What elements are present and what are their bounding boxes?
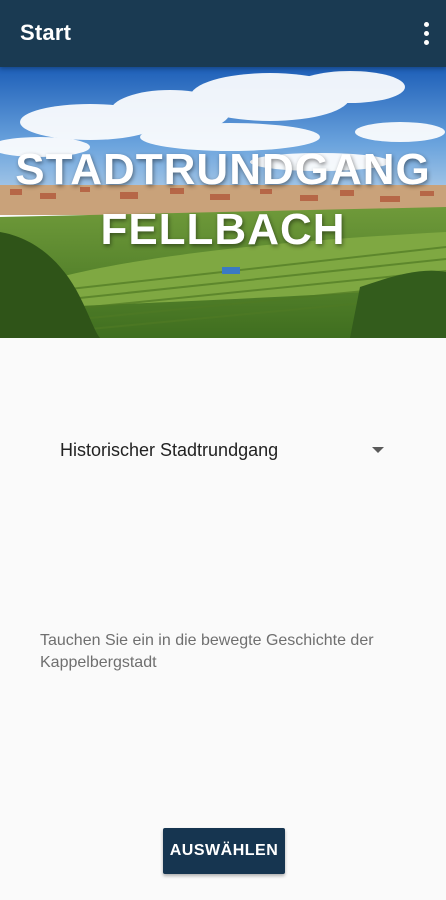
- tour-select-value: Historischer Stadtrundgang: [60, 440, 279, 460]
- tour-description: Tauchen Sie ein in die bewegte Geschicht…: [40, 632, 374, 671]
- dropdown-arrow-icon: [372, 447, 384, 453]
- hero-title-line1: STADTRUNDGANG: [15, 145, 431, 194]
- app-bar-title: Start: [20, 20, 72, 45]
- hero-title-line2: FELLBACH: [100, 205, 346, 254]
- more-vert-icon[interactable]: [414, 17, 438, 49]
- vineyard-landscape-image: [0, 67, 446, 338]
- hero-banner: STADTRUNDGANG FELLBACH: [0, 67, 446, 338]
- tour-select-dropdown[interactable]: Historischer Stadtrundgang: [46, 428, 396, 472]
- app-bar: Start: [0, 0, 446, 67]
- select-button[interactable]: AUSWÄHLEN: [163, 828, 285, 874]
